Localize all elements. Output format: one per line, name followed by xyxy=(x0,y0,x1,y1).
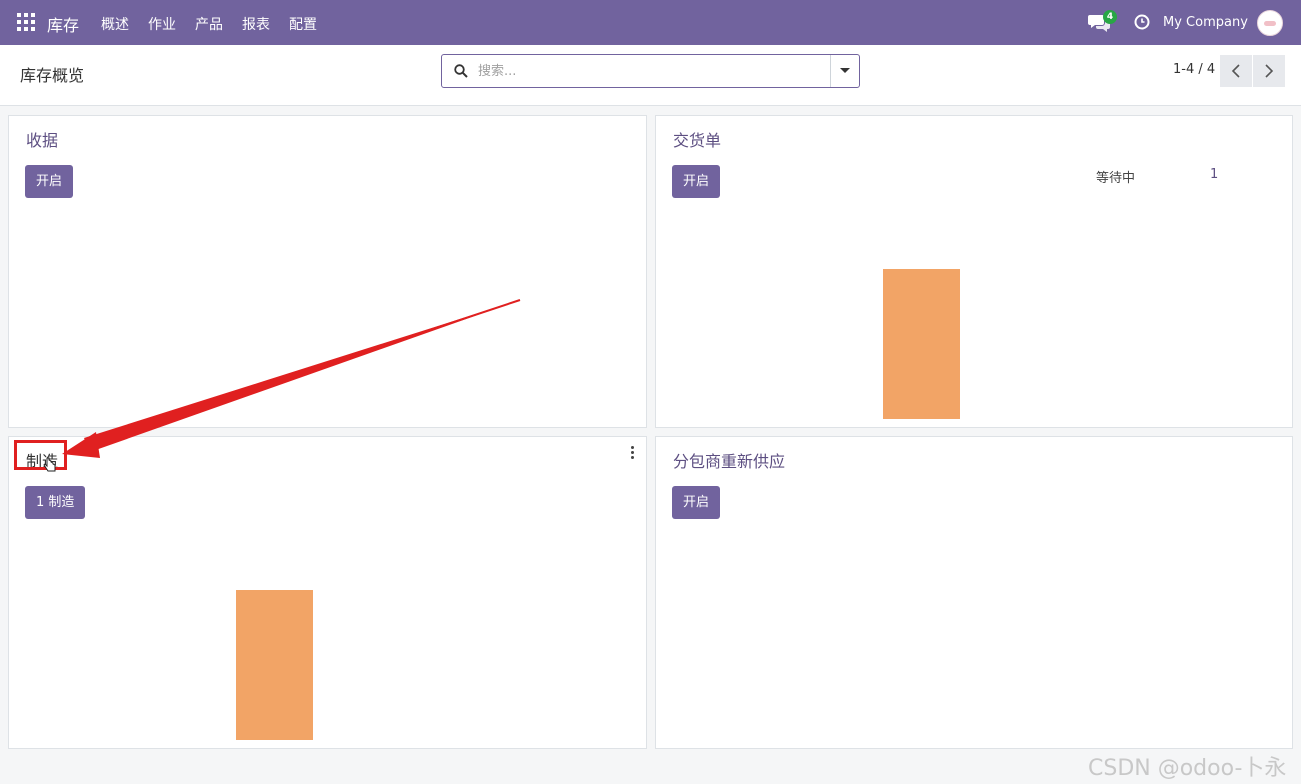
chevron-right-icon xyxy=(1265,64,1274,78)
chart-bar xyxy=(883,269,960,419)
control-panel: 库存概览 1-4 / 4 xyxy=(0,45,1301,106)
card-title[interactable]: 分包商重新供应 xyxy=(673,448,785,472)
chart-bar xyxy=(236,590,313,740)
page-title: 库存概览 xyxy=(20,66,85,85)
card-title[interactable]: 收据 xyxy=(26,127,58,151)
chat-count-badge: 4 xyxy=(1103,10,1117,24)
company-switcher[interactable]: My Company xyxy=(1163,15,1248,30)
menu-item-overview[interactable]: 概述 xyxy=(101,14,129,34)
menu-item-products[interactable]: 产品 xyxy=(195,14,223,34)
open-deliveries-button[interactable]: 开启 xyxy=(672,165,721,198)
menu-item-configuration[interactable]: 配置 xyxy=(289,14,317,34)
search-icon xyxy=(454,64,468,78)
highlight-box xyxy=(14,440,67,470)
pager-next-button[interactable] xyxy=(1253,55,1285,87)
apps-grid-icon[interactable] xyxy=(17,13,35,31)
clock-icon[interactable] xyxy=(1134,14,1150,30)
card-title[interactable]: 交货单 xyxy=(673,127,721,151)
top-navbar: 库存 概述 作业 产品 报表 配置 4 My Company xyxy=(0,0,1301,45)
watermark: CSDN @odoo-卜永 xyxy=(1088,756,1287,781)
hand-cursor-icon xyxy=(43,457,56,472)
pager-previous-button[interactable] xyxy=(1220,55,1252,87)
open-resupply-button[interactable]: 开启 xyxy=(672,486,721,519)
waiting-count[interactable]: 1 xyxy=(1210,167,1218,182)
waiting-label[interactable]: 等待中 xyxy=(1096,167,1135,186)
main-menu: 概述 作业 产品 报表 配置 xyxy=(101,14,317,34)
chevron-left-icon xyxy=(1231,64,1240,78)
card-receipts: 收据 开启 xyxy=(8,115,647,428)
menu-item-operations[interactable]: 作业 xyxy=(148,14,176,34)
user-avatar[interactable] xyxy=(1257,10,1283,36)
search-input[interactable] xyxy=(478,59,828,83)
menu-item-reporting[interactable]: 报表 xyxy=(242,14,270,34)
card-subcontractor-resupply: 分包商重新供应 开启 xyxy=(655,436,1293,749)
card-menu-icon[interactable] xyxy=(630,446,636,460)
card-manufacturing: 制造 1 制造 xyxy=(8,436,647,749)
pager-value[interactable]: 1-4 / 4 xyxy=(1173,62,1215,77)
app-title[interactable]: 库存 xyxy=(47,12,79,36)
search-options-toggle[interactable] xyxy=(830,55,859,87)
open-receipts-button[interactable]: 开启 xyxy=(25,165,74,198)
card-delivery-orders: 交货单 开启 等待中 1 xyxy=(655,115,1293,428)
manufacturing-orders-button[interactable]: 1 制造 xyxy=(25,486,86,519)
search-box xyxy=(441,54,860,88)
